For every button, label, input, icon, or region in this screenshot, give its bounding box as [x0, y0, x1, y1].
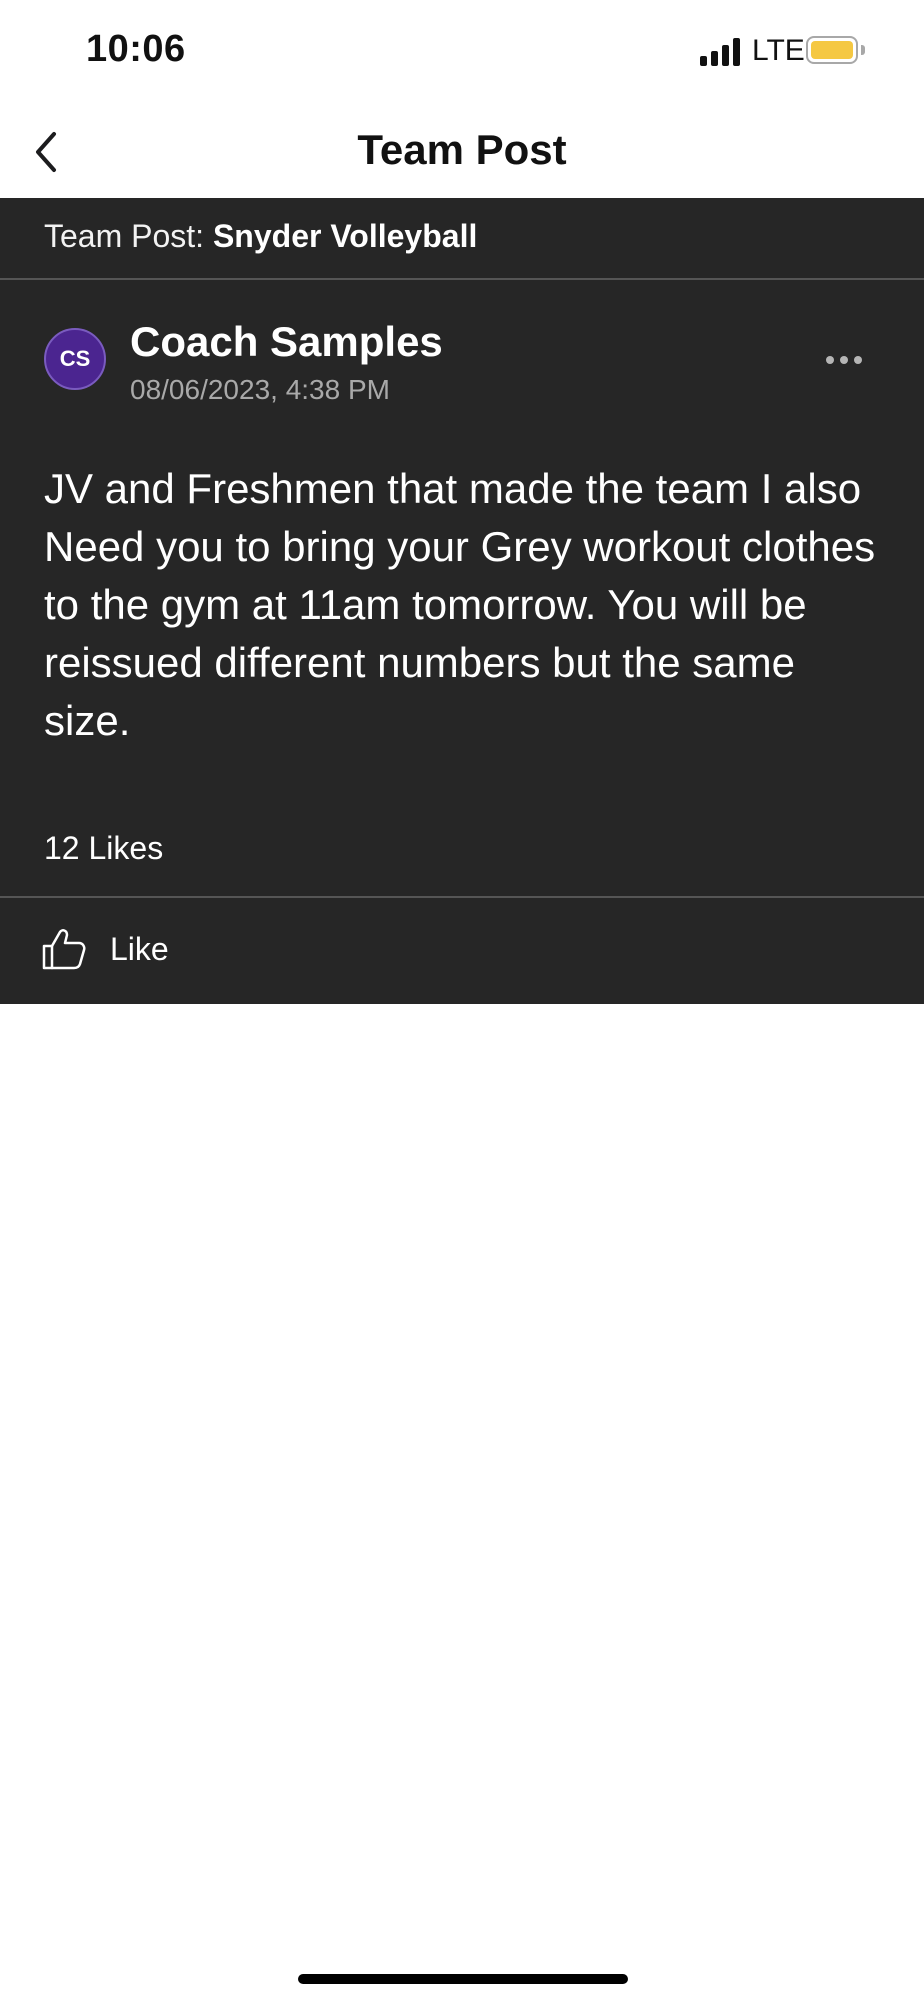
more-options-button[interactable]: [826, 348, 866, 372]
thumbs-up-icon: [42, 929, 86, 970]
avatar[interactable]: CS: [44, 328, 106, 390]
post-card: Team Post: Snyder Volleyball CS Coach Sa…: [0, 198, 924, 1004]
post-body: JV and Freshmen that made the team I als…: [44, 465, 876, 744]
battery-icon: [806, 36, 858, 64]
battery-tip: [861, 45, 865, 55]
team-header-text: Team Post: Snyder Volleyball: [44, 218, 477, 255]
team-name: Snyder Volleyball: [212, 218, 478, 254]
avatar-initials: CS: [59, 346, 91, 371]
status-time: 10:06: [86, 28, 186, 70]
post-timestamp: 08/06/2023, 4:38 PM: [130, 374, 390, 405]
divider: [0, 896, 924, 898]
team-header-prefix: Team Post:: [44, 218, 213, 254]
like-label: Like: [110, 930, 169, 967]
status-bar: 10:06 LTE: [0, 0, 924, 104]
nav-bar: Team Post: [0, 104, 924, 198]
network-type: LTE: [752, 34, 805, 67]
like-button[interactable]: Like: [40, 920, 169, 978]
page-title: Team Post: [357, 126, 567, 173]
home-indicator[interactable]: [298, 1974, 628, 1984]
likes-count[interactable]: 12 Likes: [44, 830, 163, 867]
team-header: Team Post: Snyder Volleyball: [0, 198, 924, 280]
author-name[interactable]: Coach Samples: [130, 318, 443, 366]
signal-strength-icon: [700, 38, 744, 66]
